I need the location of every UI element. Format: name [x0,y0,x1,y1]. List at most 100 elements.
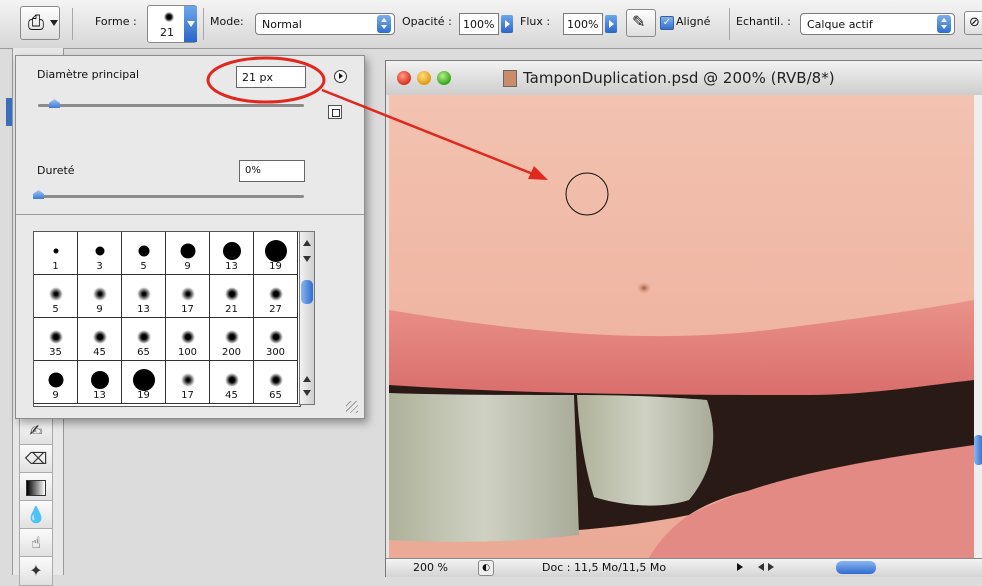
image-canvas[interactable] [389,95,974,558]
scroll-up-icon[interactable] [303,236,311,246]
horizontal-scroll-thumb[interactable] [836,561,876,574]
mode-value: Normal [262,18,302,31]
brush-preset[interactable]: 13 [78,361,122,404]
brush-preset[interactable]: 3 [78,232,122,275]
brush-preset[interactable]: 13 [210,232,254,275]
brush-tip-icon [268,330,283,344]
vertical-scrollbar[interactable] [974,95,982,558]
brush-tool-icon[interactable]: ✍ [19,416,53,446]
path-tool-icon[interactable]: ✦ [19,556,53,586]
brush-tip-icon [132,369,155,391]
brush-preset[interactable]: 17 [166,361,210,404]
brush-preset[interactable]: 9 [34,361,78,404]
brush-preset[interactable]: 5 [122,232,166,275]
brush-preset[interactable]: 5 [34,275,78,318]
close-button[interactable] [397,71,411,85]
flux-field[interactable]: 100% [563,13,603,35]
presets-scroll-thumb[interactable] [301,280,313,304]
status-menu-icon[interactable]: ◐ [478,560,494,576]
reset-size-button[interactable] [328,105,342,119]
brush-tip-icon [138,245,149,257]
dodge-tool-icon[interactable]: ☝ [19,528,53,558]
brush-preset[interactable]: 13 [122,275,166,318]
document-title: TamponDuplication.psd @ 200% (RVB/8*) [523,69,835,87]
presets-scrollbar[interactable] [299,231,315,405]
brush-size-label: 100 [177,347,198,358]
durete-slider-thumb[interactable] [33,190,44,199]
hscroll-left-icon[interactable] [754,563,764,571]
scroll-thumb[interactable] [974,435,982,465]
echantil-select[interactable]: Calque actif [800,13,955,35]
mouth-photo [389,95,974,558]
zoom-button[interactable] [437,71,451,85]
brush-tip-icon [264,240,287,262]
brush-size-label: 9 [184,261,191,272]
brush-tip-icon [136,330,151,344]
brush-preset[interactable]: 65 [254,361,298,404]
brush-size-label: 45 [93,347,106,358]
brush-preset[interactable]: 1 [34,232,78,275]
brush-preview-icon [164,12,174,22]
brush-preset[interactable]: 17 [166,275,210,318]
separator [72,8,73,40]
diametre-slider[interactable] [38,104,304,107]
brush-tip-icon [92,330,107,344]
brush-preset[interactable]: 21 [210,275,254,318]
chevron-down-icon [50,20,58,30]
brush-preset[interactable]: 19 [122,361,166,404]
brush-tip-icon [224,287,239,301]
opacite-slider-button[interactable] [501,15,513,33]
ignore-adjustment-button[interactable]: ⊘ [964,11,982,35]
brush-preset[interactable]: 35 [34,318,78,361]
brush-shape-picker[interactable]: 21 [147,5,197,43]
brush-preset[interactable]: 65 [122,318,166,361]
brush-tip-icon [222,242,241,260]
diametre-slider-thumb[interactable] [48,99,60,108]
document-window: TamponDuplication.psd @ 200% (RVB/8*) 20… [385,60,982,577]
brush-preset[interactable]: 200 [210,318,254,361]
hscroll-right-icon[interactable] [768,563,778,571]
brush-preset[interactable]: 19 [254,232,298,275]
opacite-value: 100% [463,18,495,31]
brush-preset[interactable]: 9 [166,232,210,275]
brush-preset[interactable]: 45 [78,318,122,361]
separator [203,8,204,40]
brush-size-label: 9 [52,390,59,401]
mode-label: Mode: [210,15,244,28]
scroll-down-icon[interactable] [303,256,311,266]
flux-slider-button[interactable] [605,15,617,33]
opacite-field[interactable]: 100% [459,13,499,35]
aligne-checkbox[interactable]: ✓ [660,16,674,30]
gradient-tool-icon[interactable] [19,472,53,502]
zoom-level[interactable]: 200 % [413,561,448,574]
brush-tip-icon [48,330,63,344]
scroll-up-icon[interactable] [303,372,311,382]
scroll-down-icon[interactable] [303,390,311,400]
title-bar[interactable]: TamponDuplication.psd @ 200% (RVB/8*) [386,61,982,95]
chevron-arrow [187,21,195,31]
brush-preset[interactable]: 300 [254,318,298,361]
diametre-field[interactable]: 21 px [236,66,306,88]
minimize-button[interactable] [417,71,431,85]
brush-preset[interactable]: 100 [166,318,210,361]
eraser-tool-icon[interactable]: ⌫ [19,444,53,474]
durete-field[interactable]: 0% [239,160,305,182]
brush-tip-icon [53,248,58,254]
airbrush-button[interactable]: ✎ [626,9,656,37]
clone-stamp-icon: ⎙ [28,10,44,34]
tool-preset-picker[interactable]: ⎙ [20,6,60,40]
brush-preset[interactable]: 9 [78,275,122,318]
mode-select[interactable]: Normal [255,13,395,35]
brush-preset[interactable]: 45 [210,361,254,404]
separator [729,8,730,40]
status-arrow-icon[interactable] [737,563,747,571]
durete-slider[interactable] [38,195,304,198]
blur-tool-icon[interactable]: 💧 [19,500,53,530]
brush-size-label: 21 [225,304,238,315]
resize-grip-icon[interactable] [346,401,358,413]
panel-divider [16,214,364,215]
brush-preset[interactable]: 27 [254,275,298,318]
flux-value: 100% [567,18,599,31]
flux-label: Flux : [520,15,551,28]
status-bar: 200 % ◐ Doc : 11,5 Mo/11,5 Mo [386,558,982,577]
